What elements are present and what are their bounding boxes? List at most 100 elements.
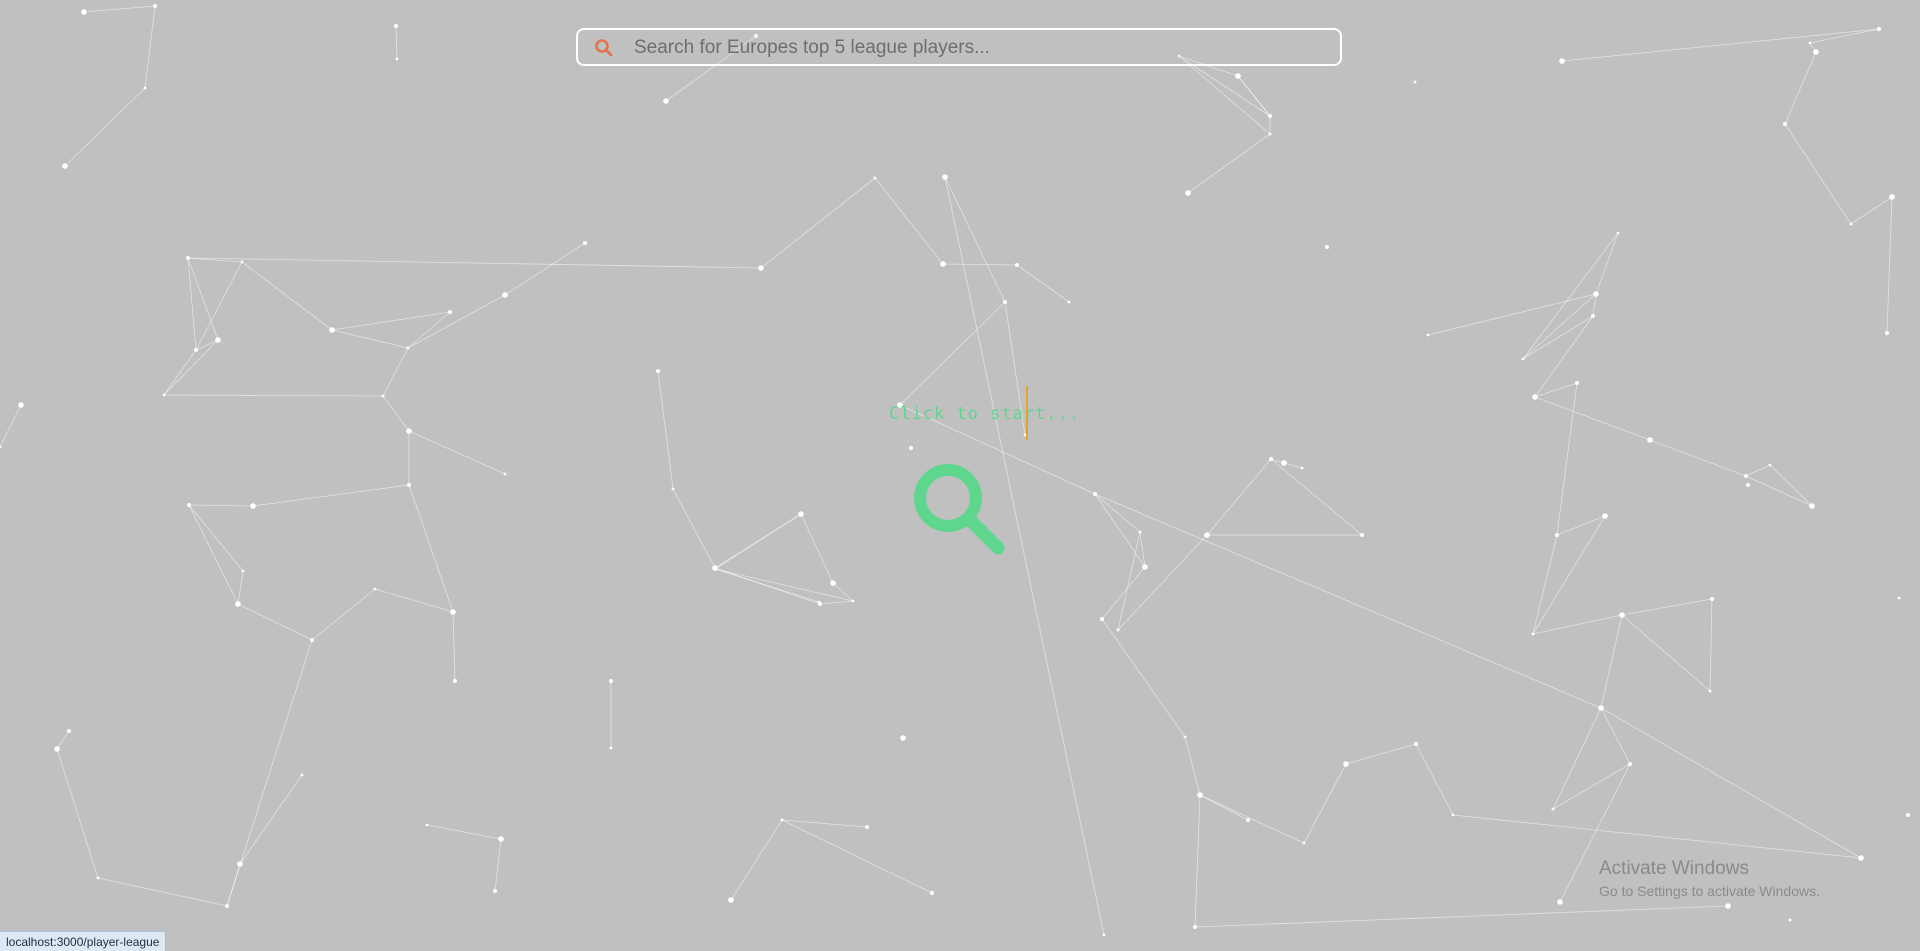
particle-link	[1522, 315, 1594, 360]
watermark-title: Activate Windows	[1599, 858, 1749, 879]
particle-dot	[1414, 742, 1418, 746]
particle-dot	[502, 292, 508, 298]
particle-link	[1561, 28, 1880, 62]
particle-dot	[1300, 466, 1304, 470]
particle-dot	[1808, 41, 1812, 45]
particle-dot	[493, 889, 497, 893]
particle-dot	[1204, 532, 1210, 538]
particle-dot	[830, 580, 836, 586]
particle-link	[1784, 123, 1852, 225]
particle-link	[237, 570, 244, 605]
particle-link	[252, 484, 410, 507]
particle-dot	[143, 86, 147, 90]
particle-dot	[1343, 761, 1349, 767]
particle-dot	[1268, 114, 1272, 118]
particle-dot	[1746, 483, 1750, 487]
particle-dot	[1725, 903, 1731, 909]
particle-dot	[1015, 263, 1019, 267]
particle-dot	[187, 503, 191, 507]
particle-link	[494, 838, 502, 892]
particle-dot	[394, 24, 398, 28]
particle-dot	[1067, 300, 1071, 304]
particle-dot	[1885, 331, 1889, 335]
particle-link	[1117, 534, 1208, 631]
particle-link	[408, 430, 506, 475]
particle-dot	[1235, 73, 1241, 79]
particle-link	[1345, 743, 1417, 765]
particle-link	[1600, 614, 1623, 709]
search-bar[interactable]	[576, 28, 1342, 66]
particle-dot	[656, 369, 660, 373]
particle-link	[1556, 515, 1606, 536]
particle-dot	[1551, 807, 1555, 811]
particle-dot	[1413, 80, 1417, 84]
particle-link	[874, 177, 944, 265]
particle-link	[452, 611, 456, 682]
particle-link	[819, 600, 854, 605]
particle-dot	[1559, 58, 1565, 64]
particle-dot	[1325, 245, 1329, 249]
particle-dot	[1877, 27, 1881, 31]
particle-link	[1592, 293, 1597, 317]
start-search-icon[interactable]	[906, 456, 1010, 560]
particle-dot	[381, 394, 385, 398]
particle-link	[1709, 598, 1713, 692]
particle-link	[1745, 464, 1771, 477]
particle-dot	[503, 472, 507, 476]
particle-dot	[1602, 513, 1608, 519]
search-input[interactable]	[632, 33, 1326, 63]
particle-dot	[1628, 762, 1632, 766]
particle-link	[1532, 515, 1606, 635]
particle-dot	[373, 587, 377, 591]
particle-link	[657, 370, 674, 490]
particle-dot	[1768, 463, 1772, 467]
particle-dot	[450, 609, 456, 615]
particle-link	[1809, 28, 1880, 44]
particle-link	[382, 347, 409, 397]
particle-dot	[909, 446, 913, 450]
particle-link	[1595, 232, 1619, 295]
particle-dot	[1708, 689, 1712, 693]
particle-dot	[240, 260, 244, 264]
click-to-start-prompt[interactable]: Click to start...	[889, 404, 1080, 424]
particle-dot	[1193, 925, 1197, 929]
particle-dot	[609, 679, 613, 683]
particle-dot	[1593, 291, 1599, 297]
particle-dot	[728, 897, 734, 903]
particle-link	[187, 257, 219, 341]
particle-dot	[1531, 632, 1535, 636]
particle-dot	[194, 348, 198, 352]
particle-link	[0, 404, 22, 448]
particle-link	[187, 257, 762, 269]
particle-dot	[1302, 841, 1306, 845]
particle-link	[1621, 614, 1711, 692]
particle-dot	[186, 256, 190, 260]
particle-link	[1117, 531, 1141, 631]
particle-dot	[1555, 533, 1559, 537]
particle-dot	[395, 57, 399, 61]
particle-dot	[1557, 899, 1563, 905]
particle-link	[239, 774, 303, 865]
particle-link	[64, 87, 146, 167]
particle-dot	[1197, 792, 1203, 798]
particle-dot	[1426, 333, 1430, 337]
particle-link	[56, 748, 99, 879]
particle-link	[800, 513, 834, 584]
particle-dot	[1142, 564, 1148, 570]
particle-dot	[448, 310, 452, 314]
particle-link	[1784, 51, 1817, 125]
particle-link	[944, 176, 1006, 303]
particle-dot	[1138, 530, 1142, 534]
particle-link	[56, 730, 70, 750]
particle-link	[1522, 232, 1619, 360]
particle-dot	[1619, 612, 1625, 618]
particle-dot	[1532, 394, 1538, 400]
particle-dot	[930, 891, 934, 895]
particle-link	[1556, 382, 1578, 536]
particle-dot	[798, 511, 804, 517]
particle-link	[395, 25, 398, 60]
particle-link	[1194, 794, 1201, 928]
particle-dot	[329, 327, 335, 333]
particle-dot	[241, 569, 245, 573]
particle-link	[382, 395, 410, 432]
